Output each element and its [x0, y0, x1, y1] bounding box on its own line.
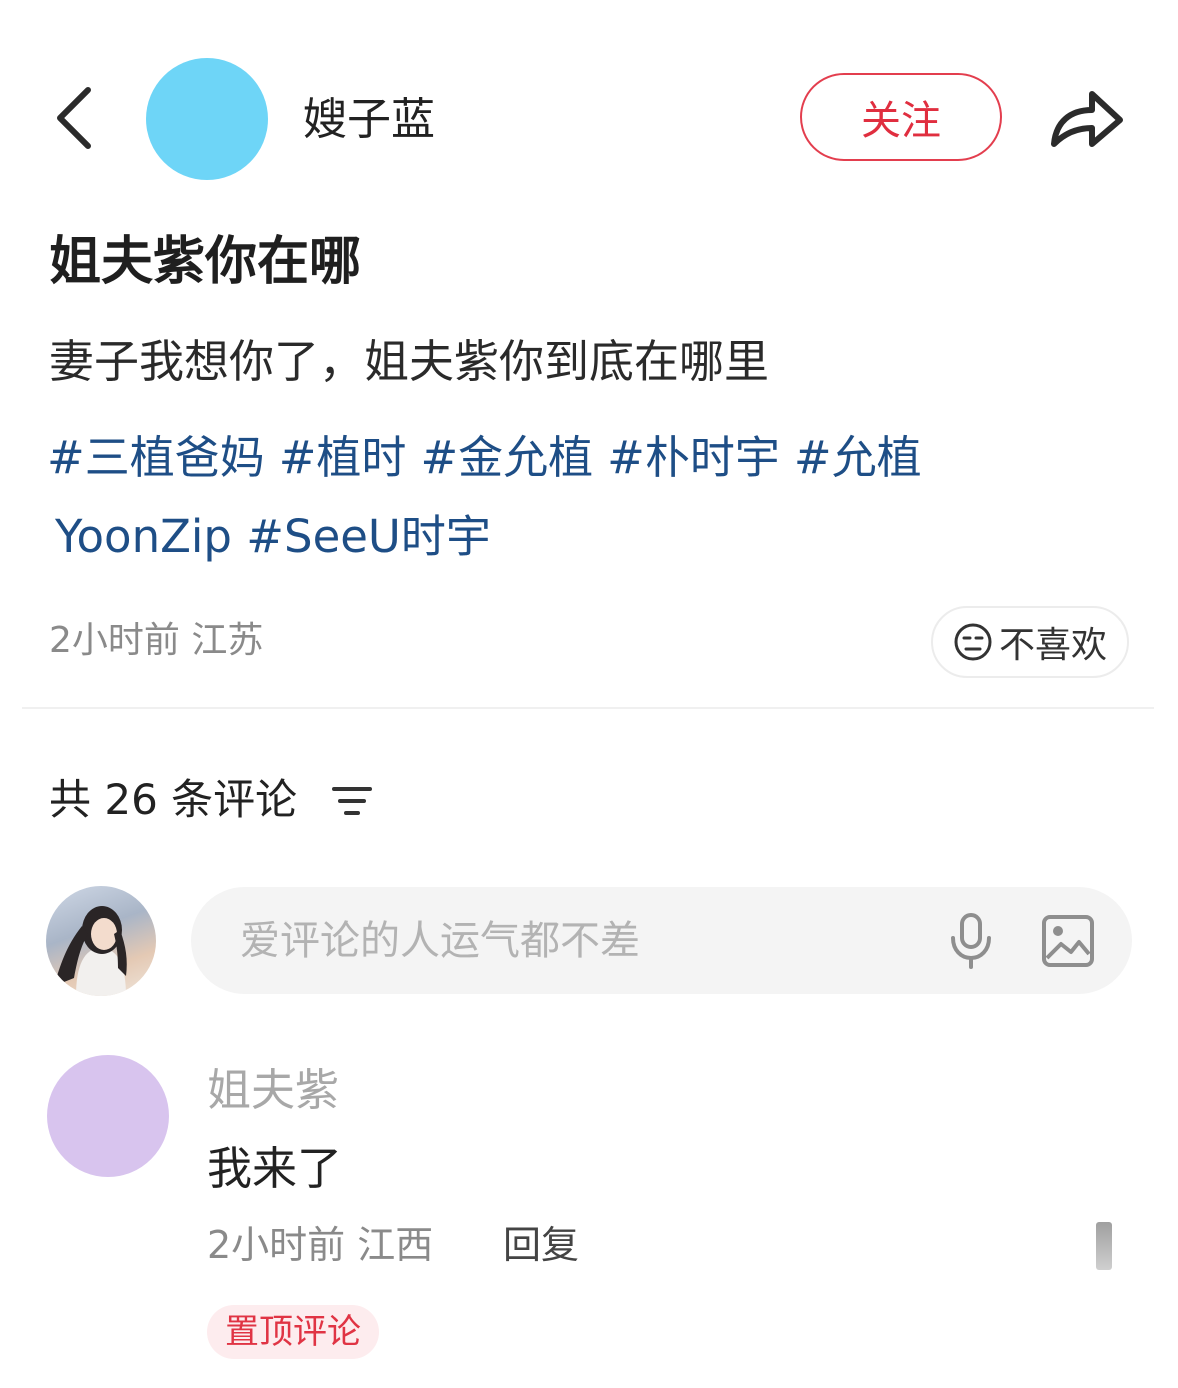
hashtag-link[interactable]: #植时 [279, 431, 407, 484]
dislike-button[interactable]: 不喜欢 [931, 606, 1129, 678]
author-name[interactable]: 嫂子蓝 [303, 90, 435, 150]
image-icon [1042, 915, 1094, 967]
back-button[interactable] [52, 86, 96, 150]
share-arrow-icon [1051, 91, 1123, 147]
commenter-name[interactable]: 姐夫紫 [207, 1062, 339, 1120]
user-photo [54, 906, 127, 996]
neutral-face-icon [954, 623, 992, 661]
pinned-comment-badge: 置顶评论 [207, 1305, 379, 1359]
post-meta: 2小时前 江苏 [49, 620, 264, 661]
hashtag-link[interactable]: YoonZip #SeeU时宇 [55, 502, 491, 572]
comment-meta: 2小时前 江西 [207, 1223, 434, 1267]
comment-count: 共 26 条评论 [49, 775, 298, 824]
follow-button[interactable]: 关注 [800, 73, 1002, 161]
current-user-avatar[interactable] [46, 886, 156, 996]
comment-input-placeholder[interactable]: 爱评论的人运气都不差 [240, 914, 640, 968]
comment-text: 我来了 [207, 1142, 343, 1195]
hashtag-link[interactable]: #三植爸妈 [47, 431, 265, 484]
microphone-icon [951, 913, 991, 969]
reply-button[interactable]: 回复 [503, 1219, 579, 1271]
voice-input-button[interactable] [947, 912, 995, 970]
author-avatar[interactable] [146, 58, 268, 180]
hashtag-link[interactable]: #朴时宇 [607, 431, 780, 484]
post-title: 姐夫紫你在哪 [49, 232, 362, 292]
post-body: 妻子我想你了，姐夫紫你到底在哪里 [49, 335, 770, 388]
share-button[interactable] [1046, 82, 1126, 152]
hashtag-link[interactable]: #允植 [794, 431, 922, 484]
chevron-left-icon [57, 87, 91, 149]
hashtag-link[interactable]: #金允植 [420, 431, 593, 484]
dislike-label: 不喜欢 [998, 625, 1107, 666]
filter-lines-icon [332, 787, 372, 815]
like-button[interactable] [1096, 1222, 1112, 1270]
sort-button[interactable] [331, 783, 373, 819]
image-upload-button[interactable] [1041, 914, 1095, 968]
commenter-avatar[interactable] [47, 1055, 169, 1177]
divider [22, 707, 1154, 709]
hashtag-list: #三植爸妈 #植时 #金允植 #朴时宇 #允植 [47, 414, 1047, 502]
